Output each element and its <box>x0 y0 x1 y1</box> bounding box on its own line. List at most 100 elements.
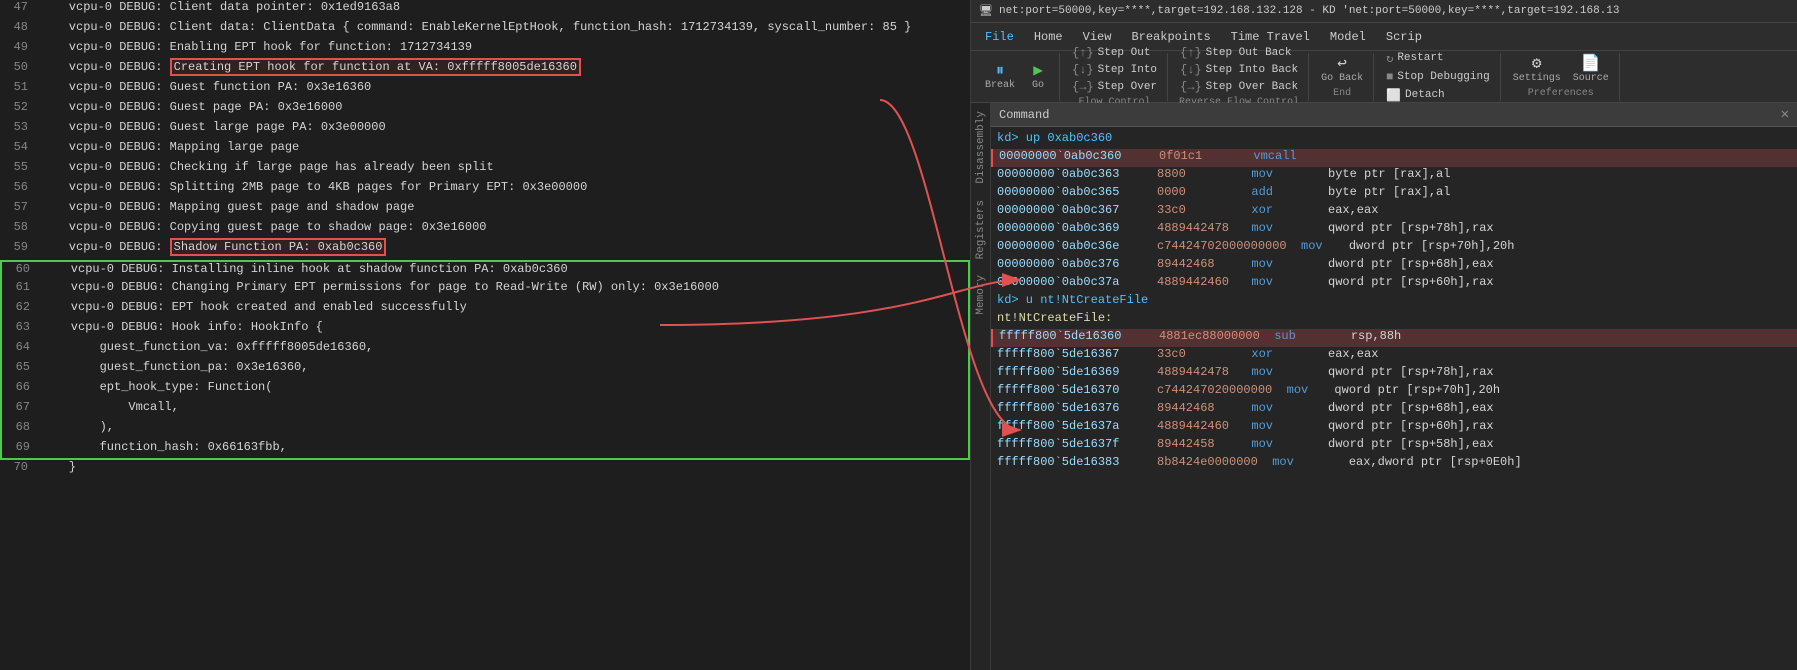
line-content: vcpu-0 DEBUG: Guest page PA: 0x3e16000 <box>40 100 966 114</box>
stop-debugging-button[interactable]: ■ Stop Debugging <box>1382 69 1494 85</box>
cmd-line: fffff800`5de16370 c744247020000000 mov q… <box>991 383 1797 401</box>
line-content: vcpu-0 DEBUG: Checking if large page has… <box>40 160 966 174</box>
code-line: 50 vcpu-0 DEBUG: Creating EPT hook for f… <box>0 60 970 80</box>
step-out-back-icon: {↑} <box>1180 46 1202 60</box>
line-number: 50 <box>4 60 40 74</box>
pause-icon: ⏸ <box>996 63 1004 79</box>
step-over-back-button[interactable]: {→} Step Over Back <box>1176 79 1302 95</box>
break-go-group: ⏸ Break ▶ Go <box>975 53 1060 101</box>
line-number: 54 <box>4 140 40 154</box>
restart-button[interactable]: ↻ Restart <box>1382 50 1494 67</box>
cmd-line: 00000000`0ab0c365 0000 add byte ptr [rax… <box>991 185 1797 203</box>
cmd-line: kd> up 0xab0c360 <box>991 131 1797 149</box>
line-number: 47 <box>4 0 40 14</box>
code-line: 56 vcpu-0 DEBUG: Splitting 2MB page to 4… <box>0 180 970 200</box>
step-over-button[interactable]: {→} Step Over <box>1068 79 1161 95</box>
cmd-line: fffff800`5de16360 4881ec88000000 sub rsp… <box>991 329 1797 347</box>
memory-tab[interactable]: Memory <box>972 267 990 323</box>
cmd-line: fffff800`5de1637a 4889442460 mov qword p… <box>991 419 1797 437</box>
preferences-label: Preferences <box>1528 88 1594 99</box>
cmd-line: 00000000`0ab0c367 33c0 xor eax,eax <box>991 203 1797 221</box>
source-button[interactable]: 📄 Source <box>1569 54 1613 86</box>
break-button[interactable]: ⏸ Break <box>981 61 1019 93</box>
step-group: {↑} Step Out {↓} Step Into {→} Step Over… <box>1062 53 1168 101</box>
line-content: ept_hook_type: Function( <box>42 380 964 394</box>
window-icon: 🖥 <box>979 4 993 18</box>
command-title: Command <box>999 108 1049 122</box>
line-content: vcpu-0 DEBUG: Changing Primary EPT permi… <box>42 280 964 294</box>
command-close-button[interactable]: ✕ <box>1781 106 1789 123</box>
registers-tab[interactable]: Registers <box>972 192 990 267</box>
code-line: 68 ), <box>0 420 970 440</box>
reverse-step-group: {↑} Step Out Back {↓} Step Into Back {→}… <box>1170 53 1309 101</box>
code-line: 61 vcpu-0 DEBUG: Changing Primary EPT pe… <box>0 280 970 300</box>
restart-icon: ↻ <box>1386 51 1393 66</box>
settings-group: ⚙ Settings 📄 Source Preferences <box>1503 53 1620 101</box>
cmd-line: fffff800`5de16383 8b8424e0000000 mov eax… <box>991 455 1797 473</box>
go-back-button[interactable]: ↩ Go Back <box>1317 54 1367 86</box>
line-number: 52 <box>4 100 40 114</box>
debugger-body: Disassembly Registers Memory Command ✕ k… <box>971 103 1797 670</box>
code-line: 69 function_hash: 0x66163fbb, <box>0 440 970 460</box>
line-content: vcpu-0 DEBUG: Client data: ClientData { … <box>40 20 966 34</box>
cmd-line: fffff800`5de16369 4889442478 mov qword p… <box>991 365 1797 383</box>
line-number: 49 <box>4 40 40 54</box>
line-content: vcpu-0 DEBUG: Hook info: HookInfo { <box>42 320 964 334</box>
go-button[interactable]: ▶ Go <box>1023 61 1053 93</box>
disassembly-tab[interactable]: Disassembly <box>972 103 990 192</box>
line-content: vcpu-0 DEBUG: Mapping large page <box>40 140 966 154</box>
code-line: 64 guest_function_va: 0xfffff8005de16360… <box>0 340 970 360</box>
menu-home[interactable]: Home <box>1024 26 1073 48</box>
line-content: ), <box>42 420 964 434</box>
step-out-button[interactable]: {↑} Step Out <box>1068 45 1161 61</box>
code-line: 49 vcpu-0 DEBUG: Enabling EPT hook for f… <box>0 40 970 60</box>
line-content: vcpu-0 DEBUG: Guest function PA: 0x3e163… <box>40 80 966 94</box>
debugger-panel: 🖥 net:port=50000,key=****,target=192.168… <box>970 0 1797 670</box>
line-number: 65 <box>6 360 42 374</box>
line-content: guest_function_va: 0xfffff8005de16360, <box>42 340 964 354</box>
line-content: vcpu-0 DEBUG: Mapping guest page and sha… <box>40 200 966 214</box>
command-output[interactable]: kd> up 0xab0c36000000000`0ab0c360 0f01c1… <box>991 127 1797 670</box>
code-line: 48 vcpu-0 DEBUG: Client data: ClientData… <box>0 20 970 40</box>
line-number: 59 <box>4 240 40 254</box>
step-into-button[interactable]: {↓} Step Into <box>1068 62 1161 78</box>
line-content: guest_function_pa: 0x3e16360, <box>42 360 964 374</box>
menu-model[interactable]: Model <box>1320 26 1376 48</box>
line-number: 58 <box>4 220 40 234</box>
step-out-icon: {↑} <box>1072 46 1094 60</box>
line-content: vcpu-0 DEBUG: Client data pointer: 0x1ed… <box>40 0 966 14</box>
cmd-line: 00000000`0ab0c369 4889442478 mov qword p… <box>991 221 1797 239</box>
line-content: vcpu-0 DEBUG: Shadow Function PA: 0xab0c… <box>40 240 966 254</box>
code-line: 63 vcpu-0 DEBUG: Hook info: HookInfo { <box>0 320 970 340</box>
cmd-line: 00000000`0ab0c363 8800 mov byte ptr [rax… <box>991 167 1797 185</box>
detach-button[interactable]: ⬜ Detach <box>1382 87 1494 104</box>
step-into-back-button[interactable]: {↓} Step Into Back <box>1176 62 1302 78</box>
line-content: vcpu-0 DEBUG: Copying guest page to shad… <box>40 220 966 234</box>
line-number: 48 <box>4 20 40 34</box>
code-line: 66 ept_hook_type: Function( <box>0 380 970 400</box>
stop-icon: ■ <box>1386 70 1393 84</box>
step-over-back-icon: {→} <box>1180 80 1202 94</box>
line-content: vcpu-0 DEBUG: Splitting 2MB page to 4KB … <box>40 180 966 194</box>
code-line: 57 vcpu-0 DEBUG: Mapping guest page and … <box>0 200 970 220</box>
source-icon: 📄 <box>1581 56 1601 72</box>
line-content: vcpu-0 DEBUG: EPT hook created and enabl… <box>42 300 964 314</box>
line-number: 67 <box>6 400 42 414</box>
step-into-back-icon: {↓} <box>1180 63 1202 77</box>
play-icon: ▶ <box>1033 63 1043 79</box>
command-header: Command ✕ <box>991 103 1797 127</box>
code-line: 58 vcpu-0 DEBUG: Copying guest page to s… <box>0 220 970 240</box>
settings-icon: ⚙ <box>1532 56 1542 72</box>
cmd-line: fffff800`5de16376 89442468 mov dword ptr… <box>991 401 1797 419</box>
settings-button[interactable]: ⚙ Settings <box>1509 54 1565 86</box>
detach-icon: ⬜ <box>1386 88 1401 103</box>
line-number: 70 <box>4 460 40 474</box>
line-number: 57 <box>4 200 40 214</box>
menu-script[interactable]: Scrip <box>1376 26 1432 48</box>
line-number: 61 <box>6 280 42 294</box>
line-content: } <box>40 460 966 474</box>
line-number: 60 <box>6 262 42 276</box>
step-out-back-button[interactable]: {↑} Step Out Back <box>1176 45 1302 61</box>
cmd-line: kd> u nt!NtCreateFile <box>991 293 1797 311</box>
menu-file[interactable]: File <box>975 26 1024 48</box>
